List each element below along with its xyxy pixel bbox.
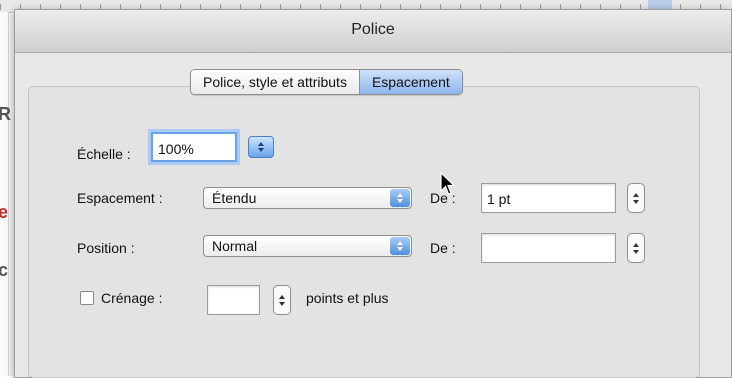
spacing-popup[interactable]: Étendu <box>203 187 412 209</box>
spacing-amount-stepper[interactable] <box>627 183 645 213</box>
spacing-label: Espacement : <box>77 190 163 206</box>
chevron-up-icon <box>633 192 639 197</box>
chevron-down-icon <box>633 249 639 254</box>
dialog-title: Police <box>351 21 395 38</box>
chevron-up-icon <box>258 142 264 146</box>
chevron-down-icon <box>633 199 639 204</box>
dialog-titlebar: Police <box>15 10 731 53</box>
edge-glyph: c <box>0 260 9 280</box>
position-amount-field[interactable] <box>481 233 616 263</box>
chevron-down-icon <box>279 301 285 306</box>
edge-glyph: e <box>0 202 9 222</box>
tab-font-style-attributes[interactable]: Police, style et attributs <box>191 70 359 94</box>
spacing-amount-field[interactable]: 1 pt <box>481 183 616 213</box>
chevron-up-icon <box>397 241 403 245</box>
cursor-icon <box>440 172 456 195</box>
chevron-up-icon <box>397 193 403 197</box>
tab-bar: Police, style et attributs Espacement <box>190 69 463 95</box>
document-left-margin: R e c <box>0 12 11 376</box>
chevron-down-icon <box>397 247 403 251</box>
position-amount-stepper[interactable] <box>627 233 645 263</box>
position-amount-label: De : <box>430 240 456 256</box>
kerning-stepper[interactable] <box>273 285 291 315</box>
chevron-up-icon <box>279 294 285 299</box>
scale-field[interactable]: 100% <box>151 132 237 162</box>
scale-label: Échelle : <box>77 146 131 162</box>
kerning-field[interactable] <box>207 285 260 315</box>
kerning-suffix: points et plus <box>306 290 389 306</box>
position-popup[interactable]: Normal <box>203 235 412 257</box>
popup-arrows-icon <box>390 189 410 207</box>
tab-spacing[interactable]: Espacement <box>358 70 462 94</box>
tab-content-panel <box>28 86 700 378</box>
kerning-label: Crénage : <box>101 290 163 306</box>
chevron-down-icon <box>397 199 403 203</box>
position-label: Position : <box>77 240 135 256</box>
chevron-up-icon <box>633 242 639 247</box>
scale-stepper[interactable] <box>248 136 274 158</box>
popup-arrows-icon <box>390 237 410 255</box>
chevron-down-icon <box>258 148 264 152</box>
spacing-popup-value: Étendu <box>212 190 257 206</box>
kerning-checkbox[interactable] <box>80 291 94 305</box>
position-popup-value: Normal <box>212 238 258 254</box>
edge-glyph: R <box>0 104 11 124</box>
